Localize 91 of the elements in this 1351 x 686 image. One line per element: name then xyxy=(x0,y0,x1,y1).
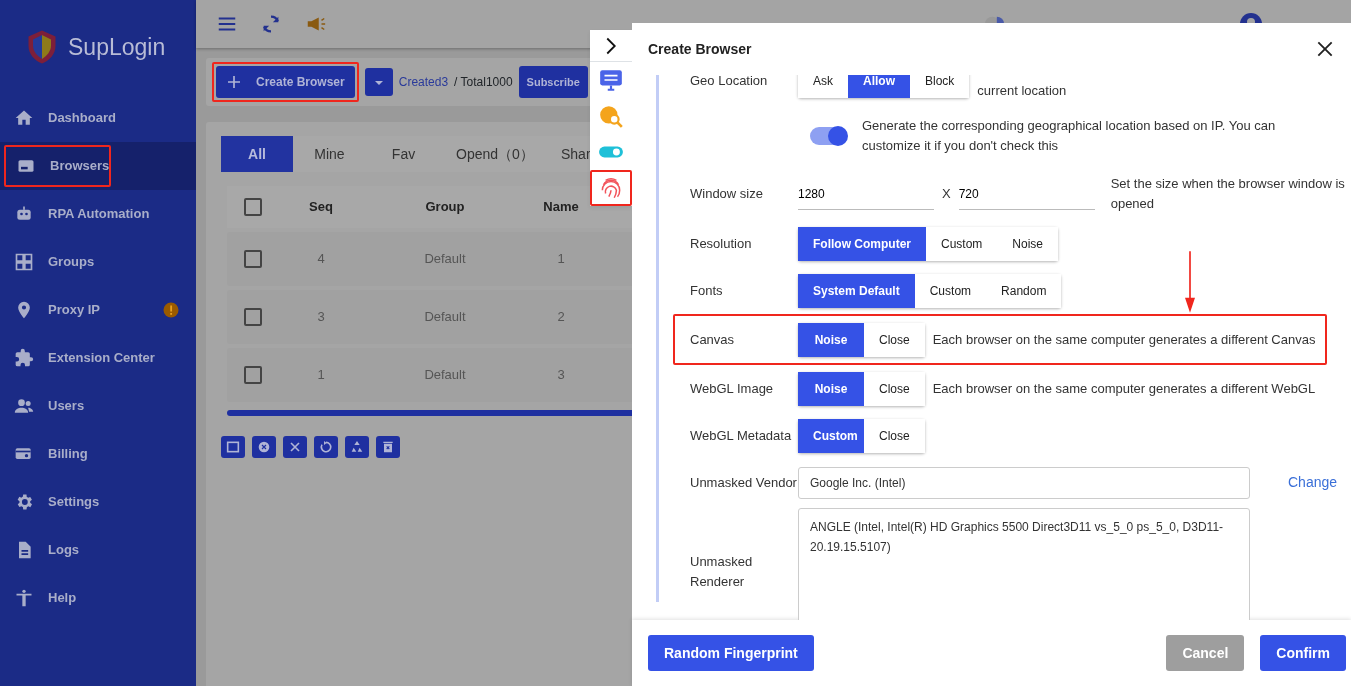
globe-search-icon xyxy=(598,103,624,129)
tab[interactable]: All xyxy=(221,136,293,172)
logo-text: SupLogin xyxy=(68,32,166,62)
dropdown-button[interactable] xyxy=(364,68,393,96)
setting-label: Unmasked Vendor xyxy=(690,473,798,492)
dialog-title: Create Browser xyxy=(648,39,752,59)
plus-icon xyxy=(226,74,242,90)
setting-label: Unmasked Renderer xyxy=(690,553,754,591)
row-checkbox[interactable] xyxy=(244,308,262,326)
sidebar-item[interactable]: Extension Center xyxy=(0,334,196,382)
sidebar-item[interactable]: Groups xyxy=(0,238,196,286)
create-browser-button[interactable]: Create Browser xyxy=(216,66,355,98)
table-cell-text: 3 xyxy=(316,308,326,327)
segment-option[interactable]: System Default xyxy=(798,273,915,308)
table-cell-text: 2 xyxy=(556,308,566,327)
select-all-checkbox[interactable] xyxy=(244,198,262,216)
accessibility-person-icon xyxy=(14,588,34,608)
home-icon xyxy=(14,108,34,128)
close-circle-button[interactable] xyxy=(252,436,276,458)
setting-label: WebGL Metadata xyxy=(690,426,793,445)
setting-description: Set the size when the browser window is opened xyxy=(1109,175,1346,213)
close-button[interactable] xyxy=(283,436,307,458)
table-cell-text: Default xyxy=(423,308,467,327)
sidebar-item[interactable]: Proxy IP xyxy=(0,286,196,334)
segment-option[interactable]: Close xyxy=(864,418,925,453)
setting-label: Window size xyxy=(690,185,764,204)
restart-button[interactable] xyxy=(314,436,338,458)
trash-button[interactable] xyxy=(376,436,400,458)
restart-icon xyxy=(318,439,334,455)
sidebar-item[interactable]: Users xyxy=(0,382,196,430)
dialog-button[interactable]: Random Fingerprint xyxy=(648,635,814,671)
dialog-button[interactable]: Confirm xyxy=(1260,635,1346,671)
sidebar-item[interactable]: Settings xyxy=(0,478,196,526)
segment-option[interactable]: Noise xyxy=(798,322,864,357)
change-link[interactable]: Change xyxy=(1288,472,1338,493)
setting-label: Resolution xyxy=(690,234,753,253)
segment-option[interactable]: Custom xyxy=(914,273,987,308)
setting-label: Canvas xyxy=(690,330,736,349)
table-cell-text: 1 xyxy=(556,250,566,269)
monitor-settings-icon xyxy=(598,67,624,93)
table-cell-text: 1 xyxy=(316,366,326,385)
setting-label: Geo Location xyxy=(690,75,769,90)
text-area[interactable]: ANGLE (Intel, Intel(R) HD Graphics 5500 Direct3D11 vs_5_0 ps_5_0, D3D11-20.19.15.5107) xyxy=(798,508,1250,620)
sidebar-item[interactable]: Billing xyxy=(0,430,196,478)
segment-option[interactable]: Block xyxy=(910,75,970,98)
refresh-icon[interactable] xyxy=(260,13,282,35)
segment-option[interactable]: Follow Computer xyxy=(798,226,926,261)
sidebar-item[interactable]: Help xyxy=(0,574,196,622)
setting-description: Generate the corresponding geographical location based on IP. You can customize it if you don't check this xyxy=(861,117,1277,155)
table-cell-text: Default xyxy=(423,366,467,385)
window-button[interactable] xyxy=(221,436,245,458)
puzzle-icon xyxy=(14,348,34,368)
sidebar-item[interactable]: Logs xyxy=(0,526,196,574)
close-icon[interactable] xyxy=(1315,39,1335,59)
size-separator: X xyxy=(942,185,951,204)
created-count-link[interactable]: Created3 xyxy=(398,73,449,91)
setting-label: Fonts xyxy=(690,281,724,300)
grid-icon xyxy=(14,252,34,272)
segment-option[interactable]: Close xyxy=(864,322,925,357)
setting-description: Each browser on the same computer generates a different Canvas xyxy=(931,330,1316,349)
row-checkbox[interactable] xyxy=(244,366,262,384)
segment-option[interactable]: Noise xyxy=(997,226,1059,261)
segment-option[interactable]: Custom xyxy=(926,226,998,261)
segment-option[interactable]: Close xyxy=(864,371,925,406)
tool-item[interactable] xyxy=(590,170,632,206)
segment-option[interactable]: Random xyxy=(986,273,1062,308)
setting-description: Each browser on the same computer generates a different WebGL xyxy=(931,379,1316,398)
trash-icon xyxy=(380,439,396,455)
setting-description: current location xyxy=(976,81,1067,100)
sidebar-item[interactable]: Browsers xyxy=(4,145,112,187)
segment-option[interactable]: Noise xyxy=(798,371,864,406)
column-header: Name xyxy=(542,198,580,217)
people-icon xyxy=(14,396,34,416)
table-cell-text: 4 xyxy=(316,250,326,269)
subscribe-button[interactable]: Subscribe xyxy=(518,66,588,98)
segment-option[interactable]: Ask xyxy=(798,75,848,98)
row-checkbox[interactable] xyxy=(244,250,262,268)
segment-option[interactable]: Allow xyxy=(848,75,910,98)
sidebar-item[interactable]: RPA Automation xyxy=(0,190,196,238)
total-count: / Total1000 xyxy=(454,74,513,91)
table-cell-text: Default xyxy=(423,250,467,269)
table-cell-text: 3 xyxy=(556,366,566,385)
close-circle-icon xyxy=(256,439,272,455)
window-icon xyxy=(225,439,241,455)
text-input[interactable]: Google Inc. (Intel) xyxy=(798,466,1250,499)
toggle-switch[interactable] xyxy=(810,127,846,145)
column-header: Seq xyxy=(308,198,334,217)
sidebar-item[interactable]: Dashboard xyxy=(0,94,196,142)
setting-label: WebGL Image xyxy=(690,379,775,398)
segment-option[interactable]: Custom xyxy=(798,418,864,453)
column-header: Group xyxy=(424,198,466,217)
